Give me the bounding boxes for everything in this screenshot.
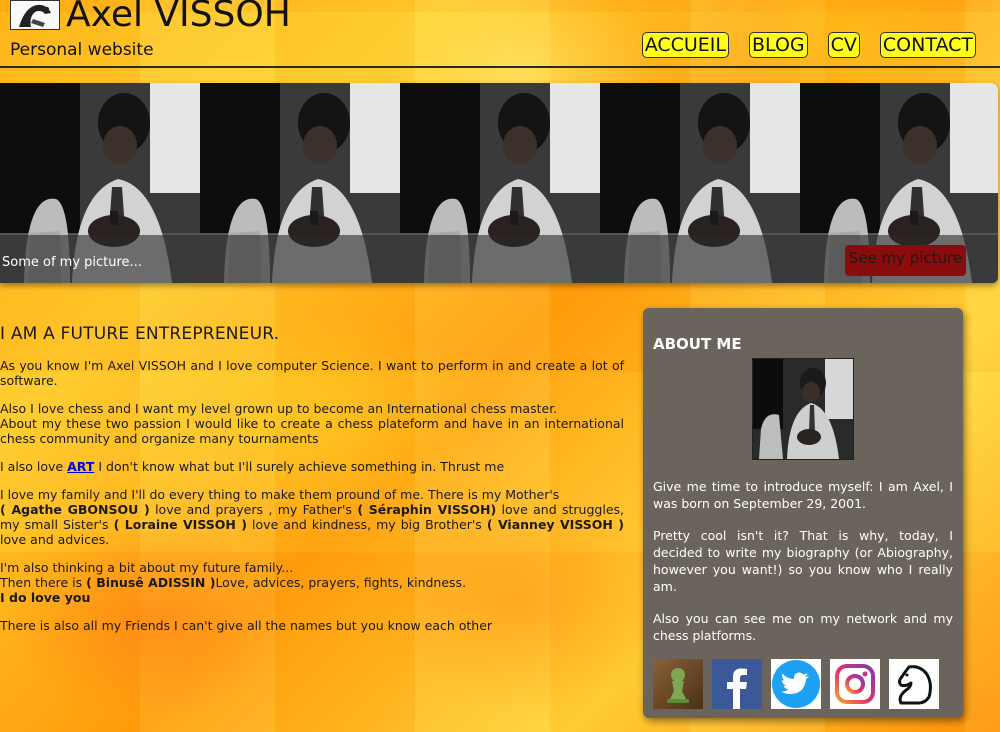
chess-line-2: About my these two passion I would like … xyxy=(0,416,624,446)
about-network: Also you can see me on my network and my… xyxy=(653,611,953,643)
instagram-icon[interactable] xyxy=(830,659,880,709)
twitter-icon[interactable] xyxy=(771,659,821,709)
future-family-line-3: Love, advices, prayers, fights, kindness… xyxy=(215,575,467,590)
family-text-4: love and kindness, my big Brother's xyxy=(247,517,487,532)
see-pictures-button[interactable]: See my picture xyxy=(845,245,966,276)
father-name: ( Séraphin VISSOH) xyxy=(357,502,497,517)
main-nav: ACCUEIL BLOG CV CONTACT xyxy=(641,32,976,58)
about-me-sidebar: ABOUT ME Give me time to introduce mysel… xyxy=(643,308,963,718)
photo-banner: Some of my picture... See my picture xyxy=(0,83,998,283)
friends-paragraph: There is also all my Friends I can't giv… xyxy=(0,618,493,633)
nav-contact[interactable]: CONTACT xyxy=(879,32,976,58)
about-intro: Give me time to introduce myself: I am A… xyxy=(653,479,953,511)
main-heading: I AM A FUTURE ENTREPRENEUR. xyxy=(0,324,280,344)
sister-name: ( Loraine VISSOH ) xyxy=(113,517,247,532)
mother-name: ( Agathe GBONSOU ) xyxy=(0,502,150,517)
art-text-after: I don't know what but I'll surely achiev… xyxy=(94,459,505,474)
family-paragraph: I love my family and I'll do every thing… xyxy=(0,487,624,547)
about-biography: Pretty cool isn't it? That is why, today… xyxy=(653,528,953,594)
partner-name: ( Binusê ADISSIN ) xyxy=(86,575,216,590)
future-family-line-1: I'm also thinking a bit about my future … xyxy=(0,560,294,575)
about-title: ABOUT ME xyxy=(653,335,742,353)
site-subtitle: Personal website xyxy=(10,40,154,60)
future-family-paragraph: I'm also thinking a bit about my future … xyxy=(0,560,624,605)
logo-icon xyxy=(10,0,60,30)
social-links xyxy=(653,659,953,709)
banner-caption: Some of my picture... xyxy=(2,255,142,270)
site-title: Axel VISSOH xyxy=(66,0,291,35)
avatar xyxy=(752,358,854,460)
chess-com-icon[interactable] xyxy=(653,659,703,709)
site-header: Axel VISSOH Personal website ACCUEIL BLO… xyxy=(0,0,1000,68)
nav-blog[interactable]: BLOG xyxy=(749,32,808,58)
art-paragraph: I also love ART I don't know what but I'… xyxy=(0,459,624,474)
main-content: I AM A FUTURE ENTREPRENEUR. As you know … xyxy=(0,324,624,646)
family-text-2: love and prayers , my Father's xyxy=(149,502,358,517)
nav-cv[interactable]: CV xyxy=(827,32,860,58)
art-text-before: I also love xyxy=(0,459,68,474)
brother-name: ( Vianney VISSOH ) xyxy=(486,517,625,532)
family-text-1: I love my family and I'll do every thing… xyxy=(0,487,560,502)
lichess-icon[interactable] xyxy=(889,659,939,709)
art-link[interactable]: ART xyxy=(67,459,94,474)
family-text-5: love and advices. xyxy=(0,532,110,547)
chess-paragraph: Also I love chess and I want my level gr… xyxy=(0,401,624,446)
nav-accueil[interactable]: ACCUEIL xyxy=(641,32,729,58)
chess-line-1: Also I love chess and I want my level gr… xyxy=(0,401,558,416)
love-line: I do love you xyxy=(0,590,91,605)
facebook-icon[interactable] xyxy=(712,659,762,709)
future-family-line-2: Then there is xyxy=(0,575,87,590)
intro-paragraph: As you know I'm Axel VISSOH and I love c… xyxy=(0,358,624,388)
